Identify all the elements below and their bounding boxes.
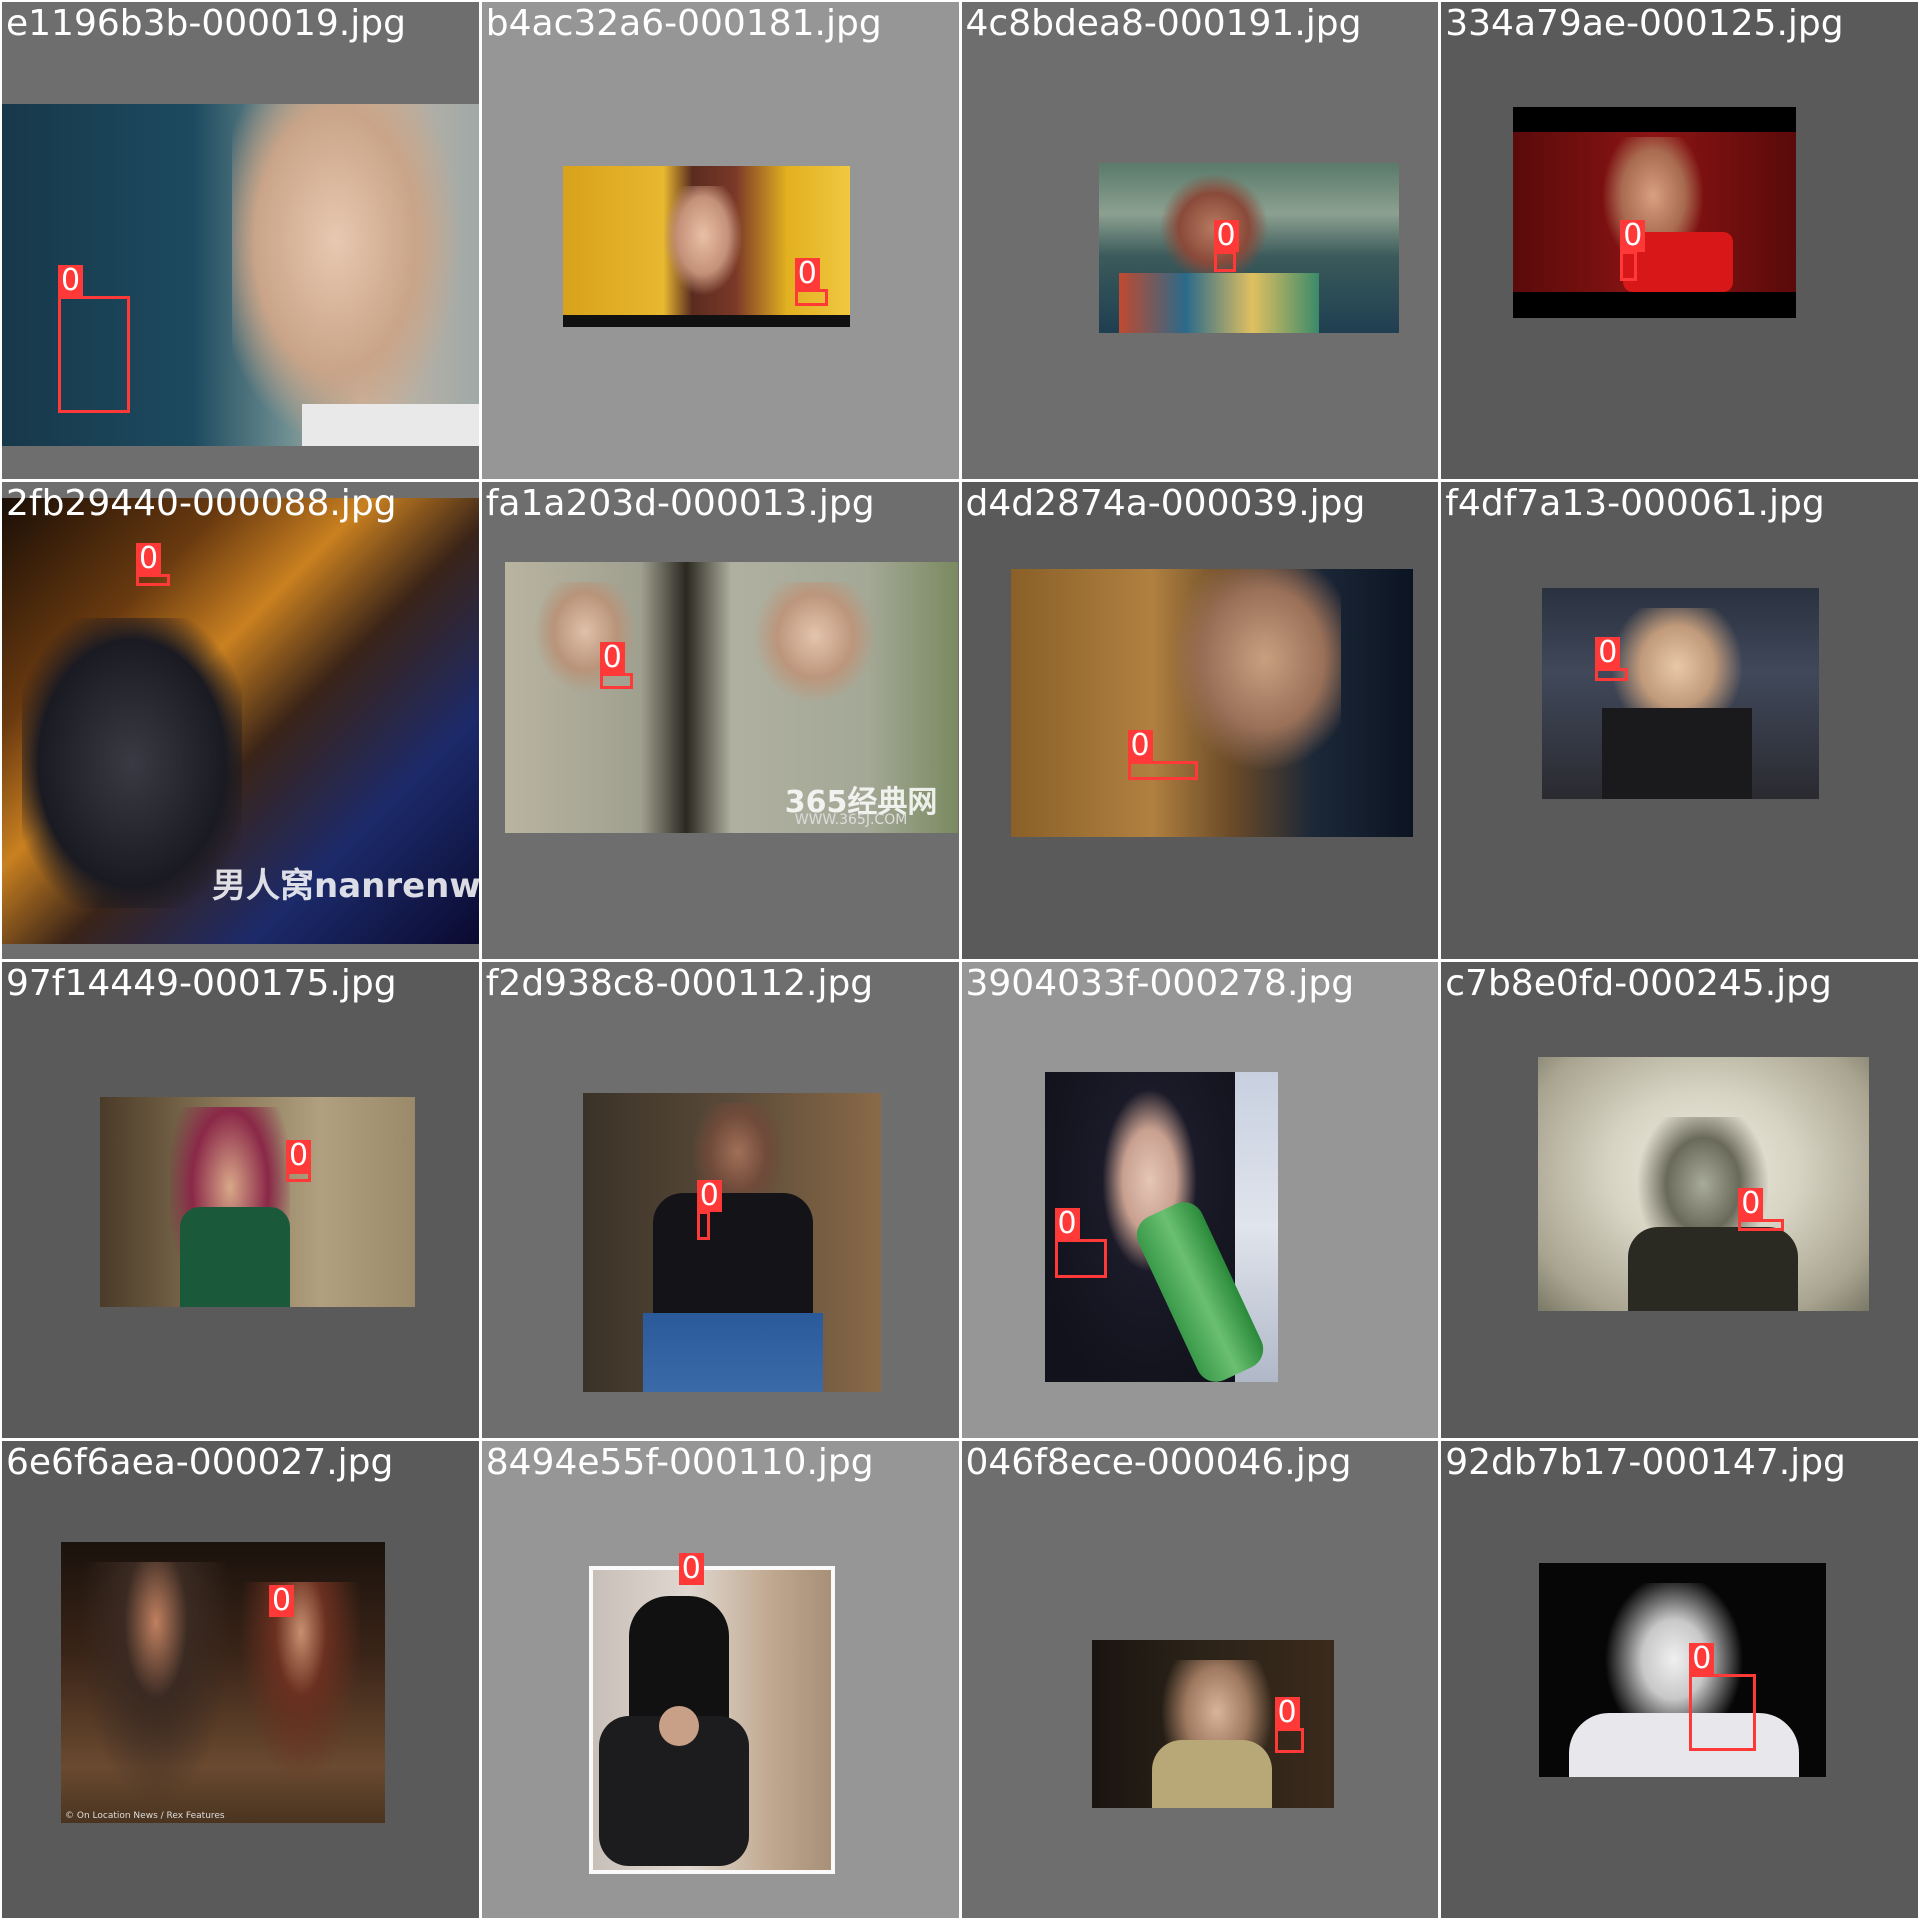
grid-tile[interactable]: 0 f4df7a13-000061.jpg (1441, 481, 1918, 959)
thumbnail-image: 365经典网 WWW.365J.COM (504, 561, 958, 833)
grid-tile[interactable]: 0 4c8bdea8-000191.jpg (961, 2, 1439, 479)
detection-box: 0 (286, 1139, 312, 1182)
detection-box: 0 (1213, 220, 1239, 272)
tile-filename: c7b8e0fd-000245.jpg (1445, 962, 1832, 1004)
grid-tile[interactable]: 0 c7b8e0fd-000245.jpg (1441, 961, 1918, 1439)
tile-filename: 046f8ece-000046.jpg (965, 1442, 1352, 1484)
grid-tile[interactable]: 0 d4d2874a-000039.jpg (961, 481, 1439, 959)
thumbnail-image (1542, 587, 1820, 799)
grid-tile[interactable]: 0 3904033f-000278.jpg (961, 961, 1439, 1439)
thumbnail-image (582, 1092, 881, 1392)
detection-box: 0 (678, 1553, 704, 1588)
grid-tile[interactable]: 0 334a79ae-000125.jpg (1441, 2, 1918, 479)
detection-box-label: 0 (678, 1553, 704, 1586)
detection-box: 0 (1689, 1643, 1757, 1752)
detection-box: 0 (794, 258, 828, 306)
thumbnail-image (588, 1566, 835, 1875)
tile-filename: 6e6f6aea-000027.jpg (6, 1442, 394, 1484)
tile-filename: 8494e55f-000110.jpg (485, 1442, 874, 1484)
detection-box-label: 0 (794, 258, 820, 290)
watermark-url: WWW.365J.COM (794, 811, 908, 828)
grid-tile[interactable]: 365经典网 WWW.365J.COM 0 fa1a203d-000013.jp… (481, 481, 959, 959)
grid-tile[interactable]: 男人窝nanrenwo 0 2fb29440-000088.jpg (2, 481, 479, 959)
thumbnail-image (1098, 163, 1399, 333)
thumbnail-image (1010, 568, 1413, 837)
image-grid: 0 e1196b3b-000019.jpg 0 b4ac32a6-000181.… (0, 0, 1920, 1920)
tile-filename: 2fb29440-000088.jpg (6, 482, 397, 524)
tile-filename: 4c8bdea8-000191.jpg (965, 3, 1362, 44)
detection-box: 0 (1595, 636, 1629, 681)
tile-filename: 97f14449-000175.jpg (6, 962, 397, 1004)
tile-filename: b4ac32a6-000181.jpg (485, 3, 882, 44)
grid-tile[interactable]: 0 b4ac32a6-000181.jpg (481, 2, 959, 479)
detection-box-label: 0 (1689, 1643, 1715, 1676)
watermark-text: 男人窝nanrenwo (212, 865, 479, 906)
grid-tile[interactable]: 0 92db7b17-000147.jpg (1441, 1441, 1918, 1918)
thumbnail-image: © On Location News / Rex Features (61, 1542, 385, 1824)
detection-box-label: 0 (269, 1585, 295, 1618)
grid-tile[interactable]: 0 97f14449-000175.jpg (2, 961, 479, 1439)
tile-filename: d4d2874a-000039.jpg (965, 482, 1366, 524)
detection-box: 0 (599, 641, 633, 689)
photo-credit: © On Location News / Rex Features (65, 1811, 225, 1822)
detection-box: 0 (1054, 1207, 1107, 1278)
detection-box: 0 (1127, 729, 1198, 780)
thumbnail-image (1539, 1563, 1827, 1778)
tile-filename: f4df7a13-000061.jpg (1445, 482, 1825, 524)
thumbnail-image (100, 1096, 415, 1307)
grid-tile[interactable]: © On Location News / Rex Features 0 6e6f… (2, 1441, 479, 1918)
detection-box: 0 (696, 1179, 722, 1240)
detection-box: 0 (58, 265, 130, 413)
detection-box: 0 (1620, 220, 1646, 281)
thumbnail-image: 男人窝nanrenwo (2, 497, 479, 944)
detection-box-label: 0 (1274, 1697, 1300, 1730)
grid-tile[interactable]: 0 e1196b3b-000019.jpg (2, 2, 479, 479)
detection-box-label: 0 (599, 641, 625, 674)
detection-box-label: 0 (1595, 636, 1621, 669)
detection-box: 0 (269, 1585, 295, 1620)
detection-box-label: 0 (58, 265, 84, 297)
detection-box-label: 0 (1738, 1187, 1764, 1220)
detection-box: 0 (1274, 1697, 1304, 1754)
tile-filename: 92db7b17-000147.jpg (1445, 1442, 1846, 1484)
detection-box-label: 0 (1213, 220, 1239, 252)
tile-filename: e1196b3b-000019.jpg (6, 3, 406, 44)
grid-tile[interactable]: 0 046f8ece-000046.jpg (961, 1441, 1439, 1918)
grid-tile[interactable]: 0 8494e55f-000110.jpg (481, 1441, 959, 1918)
detection-box-label: 0 (286, 1139, 312, 1172)
tile-filename: f2d938c8-000112.jpg (485, 962, 874, 1004)
tile-filename: fa1a203d-000013.jpg (485, 482, 875, 524)
thumbnail-image (1538, 1056, 1870, 1311)
detection-box-label: 0 (1620, 220, 1646, 252)
grid-tile[interactable]: 0 f2d938c8-000112.jpg (481, 961, 959, 1439)
thumbnail-image (1513, 107, 1797, 318)
detection-box-label: 0 (696, 1179, 722, 1212)
detection-box: 0 (1738, 1187, 1785, 1231)
detection-box: 0 (136, 542, 170, 586)
detection-box-label: 0 (1054, 1207, 1080, 1240)
detection-box-label: 0 (1127, 729, 1153, 762)
tile-filename: 3904033f-000278.jpg (965, 962, 1355, 1004)
tile-filename: 334a79ae-000125.jpg (1445, 3, 1844, 44)
detection-box-label: 0 (136, 542, 162, 575)
